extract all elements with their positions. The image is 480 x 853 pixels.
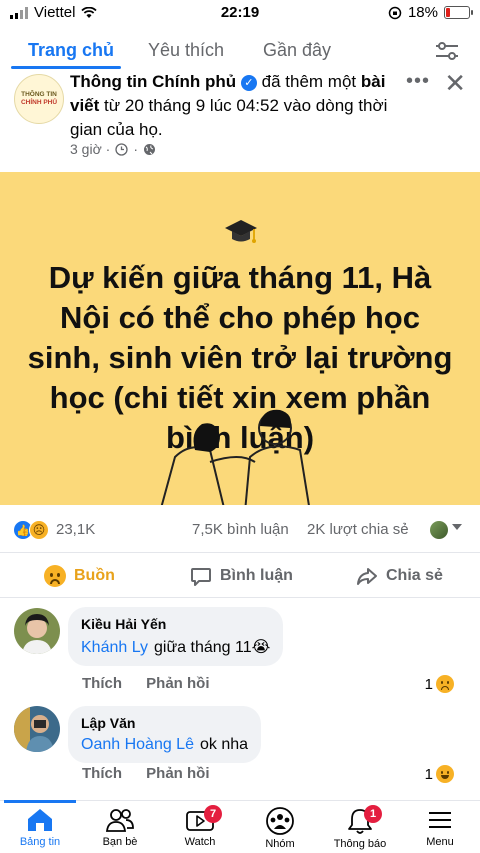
share-button[interactable]: Chia sẻ <box>356 565 443 587</box>
friends-icon <box>105 809 134 832</box>
feed-tabs: Trang chủ Yêu thích Gần đây <box>0 26 480 70</box>
reaction-icons[interactable]: 👍 ☹ <box>13 520 49 540</box>
sad-icon <box>436 675 454 693</box>
viewer-avatar[interactable] <box>430 521 448 539</box>
battery-percent: 18% <box>407 4 438 21</box>
reply-comment-button[interactable]: Phản hồi <box>146 765 209 782</box>
reply-comment-button[interactable]: Phản hồi <box>146 675 209 692</box>
home-icon <box>28 809 52 831</box>
tagged-user[interactable]: Oanh Hoàng Lê <box>81 736 194 753</box>
groups-icon <box>266 807 294 835</box>
post-time[interactable]: 3 giờ · <box>70 141 110 157</box>
page-avatar[interactable]: THÔNG TIN CHÍNH PHỦ <box>14 74 64 124</box>
comment-button[interactable]: Bình luận <box>190 565 293 587</box>
post-actions: Buồn Bình luận Chia sẻ <box>0 552 480 598</box>
students-illustration <box>160 409 310 505</box>
tab-recent[interactable]: Gần đây <box>263 40 331 61</box>
comment-text: ok nha <box>199 736 249 753</box>
comment-reactions[interactable]: 1 <box>425 765 454 783</box>
comment-reactions[interactable]: 1 <box>425 675 454 693</box>
comment-text: giữa tháng 11😭 <box>154 639 271 656</box>
bottom-navigation: Bảng tin Bạn bè Watch 7 Nhóm Thông báo 1… <box>0 800 480 853</box>
close-icon[interactable]: ✕ <box>444 68 466 99</box>
comment-count[interactable]: 7,5K bình luận <box>192 521 289 538</box>
verified-badge-icon: ✓ <box>240 75 257 91</box>
haha-icon <box>436 765 454 783</box>
watch-badge: 7 <box>204 805 222 823</box>
comment-icon <box>191 568 211 586</box>
graduation-cap-icon <box>225 220 257 243</box>
active-tab-indicator <box>11 66 121 69</box>
chevron-down-icon[interactable] <box>452 524 462 530</box>
status-bar: Viettel 22:19 18% <box>0 0 480 26</box>
battery-icon <box>444 6 473 19</box>
post-meta: 3 giờ · · <box>70 141 156 157</box>
nav-news-feed[interactable]: Bảng tin <box>0 801 80 853</box>
avatar[interactable] <box>14 706 60 752</box>
comment-author[interactable]: Lập Văn <box>81 715 248 731</box>
nav-friends[interactable]: Bạn bè <box>80 801 160 853</box>
tagged-user[interactable]: Khánh Ly <box>81 639 148 656</box>
clock-icon <box>115 142 128 156</box>
nav-menu[interactable]: Menu <box>400 801 480 853</box>
share-icon <box>357 568 377 585</box>
like-comment-button[interactable]: Thích <box>82 765 122 782</box>
comment-bubble[interactable]: Lập Văn Oanh Hoàng Lê ok nha <box>68 706 262 763</box>
filter-icon[interactable] <box>434 40 460 62</box>
tab-home[interactable]: Trang chủ <box>28 40 114 61</box>
reaction-button[interactable]: Buồn <box>44 565 115 587</box>
post-image[interactable]: Dự kiến giữa tháng 11, Hà Nội có thể cho… <box>0 172 480 505</box>
nav-groups[interactable]: Nhóm <box>240 801 320 853</box>
reaction-count[interactable]: 23,1K <box>56 521 95 538</box>
notification-badge: 1 <box>364 805 382 823</box>
like-comment-button[interactable]: Thích <box>82 675 122 692</box>
orientation-lock-icon <box>388 6 402 19</box>
more-options-icon[interactable]: ••• <box>406 70 430 93</box>
post-headline: Thông tin Chính phủ ✓ đã thêm một bài vi… <box>70 72 388 139</box>
comment-author[interactable]: Kiều Hải Yến <box>81 616 270 632</box>
share-count[interactable]: 2K lượt chia sẻ <box>307 521 409 538</box>
sad-icon: ☹ <box>29 520 49 540</box>
nav-notifications[interactable]: Thông báo 1 <box>320 801 400 853</box>
tab-favorites[interactable]: Yêu thích <box>148 40 224 61</box>
sad-reaction-icon <box>44 565 66 587</box>
hamburger-menu-icon <box>429 812 451 828</box>
globe-icon <box>143 143 155 155</box>
post-header: THÔNG TIN CHÍNH PHỦ Thông tin Chính phủ … <box>0 68 480 165</box>
nav-watch[interactable]: Watch 7 <box>160 801 240 853</box>
comment-bubble[interactable]: Kiều Hải Yến Khánh Ly giữa tháng 11😭 <box>68 607 284 666</box>
avatar[interactable] <box>14 608 60 654</box>
reaction-summary: 👍 ☹ 23,1K 7,5K bình luận 2K lượt chia sẻ <box>0 515 480 545</box>
page-name[interactable]: Thông tin Chính phủ <box>70 72 236 91</box>
